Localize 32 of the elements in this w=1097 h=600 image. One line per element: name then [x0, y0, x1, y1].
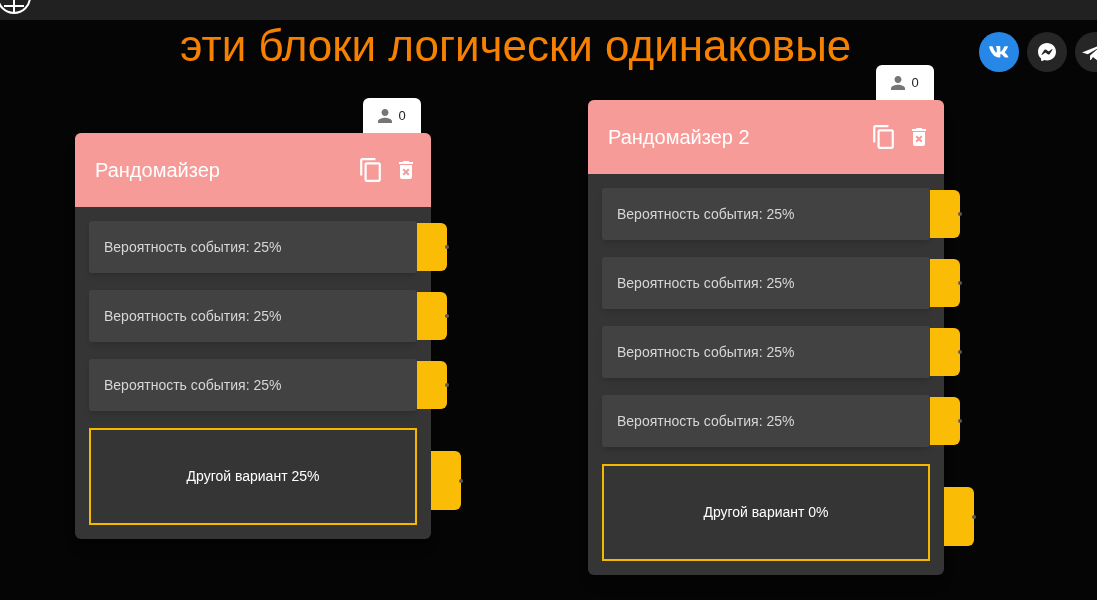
person-icon [378, 108, 393, 123]
output-handle[interactable] [930, 259, 960, 307]
social-button[interactable] [1027, 32, 1067, 72]
output-handle[interactable] [930, 328, 960, 376]
output-handle[interactable] [417, 223, 447, 271]
user-count: 0 [911, 76, 919, 89]
output-handle[interactable] [944, 487, 974, 546]
canvas-heading: эти блоки логически одинаковые [180, 21, 852, 71]
user-count: 0 [398, 109, 406, 122]
logo-icon[interactable] [0, 0, 34, 16]
output-handle[interactable] [431, 451, 461, 510]
outcome-item[interactable]: Вероятность события: 25% [89, 359, 417, 411]
outcome-item[interactable]: Вероятность события: 25% [602, 395, 930, 447]
output-handle[interactable] [417, 292, 447, 340]
outcome-item[interactable]: Вероятность события: 25% [602, 326, 930, 378]
output-handle[interactable] [417, 361, 447, 409]
output-handle[interactable] [930, 397, 960, 445]
node-title: Рандомайзер [95, 158, 220, 183]
vk-icon [989, 46, 1009, 58]
fallback-item[interactable]: Другой вариант 25% [89, 428, 417, 525]
outcome-item[interactable]: Вероятность события: 25% [89, 290, 417, 342]
outcome-item[interactable]: Вероятность события: 25% [602, 257, 930, 309]
node-title: Рандомайзер 2 [608, 125, 750, 150]
person-icon [891, 75, 906, 90]
paper-plane-icon [1082, 44, 1097, 60]
social-button[interactable] [1075, 32, 1097, 72]
fallback-item[interactable]: Другой вариант 0% [602, 464, 930, 561]
output-handle[interactable] [930, 190, 960, 238]
chat-bubble-icon [1038, 43, 1056, 61]
social-button[interactable] [979, 32, 1019, 72]
outcome-item[interactable]: Вероятность события: 25% [89, 221, 417, 273]
outcome-item[interactable]: Вероятность события: 25% [602, 188, 930, 240]
